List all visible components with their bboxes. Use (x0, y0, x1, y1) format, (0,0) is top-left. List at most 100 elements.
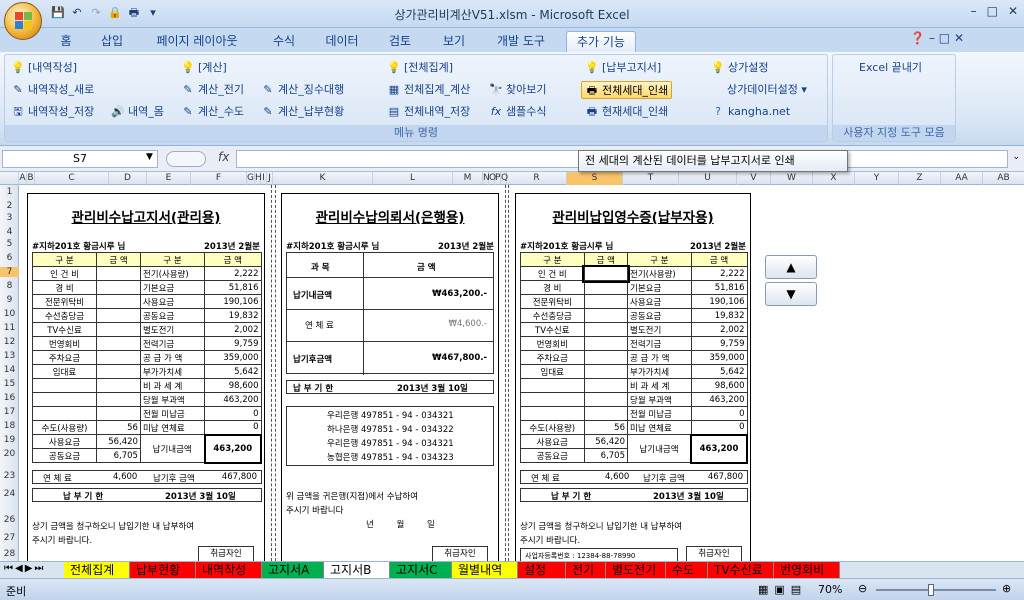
row-header-27[interactable]: 27 (0, 533, 19, 543)
row-header-6[interactable]: 6 (0, 253, 19, 263)
item-value[interactable]: 56 (583, 420, 628, 435)
item-value[interactable] (583, 406, 628, 421)
tab-insert[interactable]: 삽입 (92, 31, 132, 52)
tab-developer[interactable]: 개발 도구 (488, 31, 554, 52)
column-header-x[interactable]: X (813, 172, 855, 185)
row-header-28[interactable]: 28 (0, 549, 19, 559)
item-value[interactable] (96, 378, 141, 393)
item-value[interactable] (583, 294, 628, 309)
row-header-2[interactable]: 2 (0, 201, 19, 211)
column-header-a[interactable]: A (19, 172, 27, 185)
column-header-u[interactable]: U (679, 172, 737, 185)
column-header-b[interactable]: B (27, 172, 35, 185)
row-header-14[interactable]: 14 (0, 365, 19, 375)
column-header-t[interactable]: T (623, 172, 679, 185)
column-header-m[interactable]: M (453, 172, 483, 185)
column-header-l[interactable]: L (373, 172, 453, 185)
row-header-7[interactable]: 7 (0, 267, 19, 277)
write-details-save-button[interactable]: 🖫 내역작성_저장 (11, 103, 94, 121)
column-header-ab[interactable]: AB (983, 172, 1024, 185)
worksheet[interactable]: 관리비수납고지서(관리용) #지하201호 황금시루 님 2013년 2월분 구… (19, 185, 1024, 561)
kangha-link[interactable]: ? kangha.net (711, 103, 790, 121)
column-header-s[interactable]: S (567, 172, 623, 185)
row-header-5[interactable]: 5 (0, 239, 19, 249)
item-value[interactable]: 56,420 (583, 434, 628, 449)
sample-formula-button[interactable]: fx 샘플수식 (489, 103, 547, 121)
tab-add-ins[interactable]: 추가 기능 (566, 31, 636, 52)
sheet-tab-2[interactable]: 내역작성 (196, 562, 262, 578)
column-header-d[interactable]: D (109, 172, 147, 185)
maximize-button[interactable]: □ (987, 4, 998, 18)
item-value[interactable] (96, 308, 141, 323)
column-header-g[interactable]: G (247, 172, 255, 185)
item-value[interactable] (583, 322, 628, 337)
item-value[interactable] (583, 364, 628, 379)
row-header-20[interactable]: 20 (0, 449, 19, 459)
row-header-9[interactable]: 9 (0, 295, 19, 305)
column-header-w[interactable]: W (771, 172, 813, 185)
column-header-v[interactable]: V (737, 172, 771, 185)
column-header-c[interactable]: C (35, 172, 109, 185)
column-header-y[interactable]: Y (855, 172, 899, 185)
item-value[interactable] (583, 392, 628, 407)
zoom-slider[interactable] (876, 589, 996, 591)
row-header-17[interactable]: 17 (0, 407, 19, 417)
select-all-corner[interactable] (0, 172, 19, 185)
column-header-r[interactable]: R (507, 172, 567, 185)
minimize-button[interactable]: – (971, 4, 977, 18)
insert-function-icon[interactable]: fx (218, 150, 229, 164)
name-box-dropdown-icon[interactable]: ▼ (146, 152, 153, 162)
column-header-z[interactable]: Z (899, 172, 941, 185)
row-header-15[interactable]: 15 (0, 379, 19, 389)
close-button[interactable]: ✕ (1008, 4, 1018, 18)
item-value[interactable] (583, 336, 628, 351)
zoom-slider-thumb[interactable] (928, 584, 934, 596)
sheet-tab-3[interactable]: 고지서A (262, 562, 324, 578)
tab-data[interactable]: 데이터 (318, 31, 366, 52)
details-body-button[interactable]: 🔊 내역_몸 (111, 103, 164, 121)
total-save-button[interactable]: ▤ 전체내역_저장 (387, 103, 470, 121)
name-box[interactable]: S7 (2, 150, 158, 168)
row-header-1[interactable]: 1 (0, 187, 19, 197)
total-summary-header[interactable]: 💡 [전체집계] (387, 59, 453, 77)
item-value[interactable] (583, 350, 628, 365)
row-header-12[interactable]: 12 (0, 337, 19, 347)
scroll-down-button[interactable]: ▼ (765, 282, 817, 306)
item-value[interactable]: 6,705 (583, 448, 628, 463)
row-header-19[interactable]: 19 (0, 435, 19, 445)
print-all-button[interactable]: 🖶 전체세대_인쇄 (581, 81, 673, 99)
item-value[interactable] (96, 266, 141, 281)
row-header-8[interactable]: 8 (0, 281, 19, 291)
zoom-level[interactable]: 70% (818, 583, 842, 596)
item-value[interactable] (96, 406, 141, 421)
store-data-settings-dropdown[interactable]: 상가데이터설정 ▾ (727, 81, 807, 99)
view-buttons[interactable]: ▦▣▤ (758, 583, 807, 596)
zoom-in-button[interactable]: ⊕ (1002, 582, 1011, 595)
bill-header[interactable]: 💡 [납부고지서] (585, 59, 661, 77)
item-value[interactable]: 56,420 (96, 434, 141, 449)
row-header-24[interactable]: 24 (0, 489, 19, 499)
office-button[interactable] (4, 2, 42, 40)
item-value[interactable] (96, 350, 141, 365)
row-header-16[interactable]: 16 (0, 393, 19, 403)
item-value[interactable] (96, 336, 141, 351)
row-header-13[interactable]: 13 (0, 351, 19, 361)
item-value[interactable] (96, 280, 141, 295)
column-header-f[interactable]: F (191, 172, 247, 185)
write-details-header[interactable]: 💡 [내역작성] (11, 59, 77, 77)
expand-formula-icon[interactable]: ⌄ (1012, 152, 1020, 162)
sheet-tab-0[interactable]: 전체집계 (64, 562, 130, 578)
item-value[interactable]: 6,705 (96, 448, 141, 463)
column-header-k[interactable]: K (273, 172, 373, 185)
tab-review[interactable]: 검토 (380, 31, 420, 52)
column-header-aa[interactable]: AA (941, 172, 983, 185)
calc-header[interactable]: 💡 [계산] (181, 59, 227, 77)
item-value[interactable]: 56 (96, 420, 141, 435)
sheet-tab-1[interactable]: 납부현황 (130, 562, 196, 578)
find-button[interactable]: 🔭 찾아보기 (489, 81, 546, 99)
sheet-tab-7[interactable]: 설정 (518, 562, 566, 578)
calc-electric-button[interactable]: ✎ 계산_전기 (181, 81, 244, 99)
row-header-3[interactable]: 3 (0, 213, 19, 223)
tab-formulas[interactable]: 수식 (264, 31, 304, 52)
zoom-out-button[interactable]: ⊖ (858, 582, 867, 595)
